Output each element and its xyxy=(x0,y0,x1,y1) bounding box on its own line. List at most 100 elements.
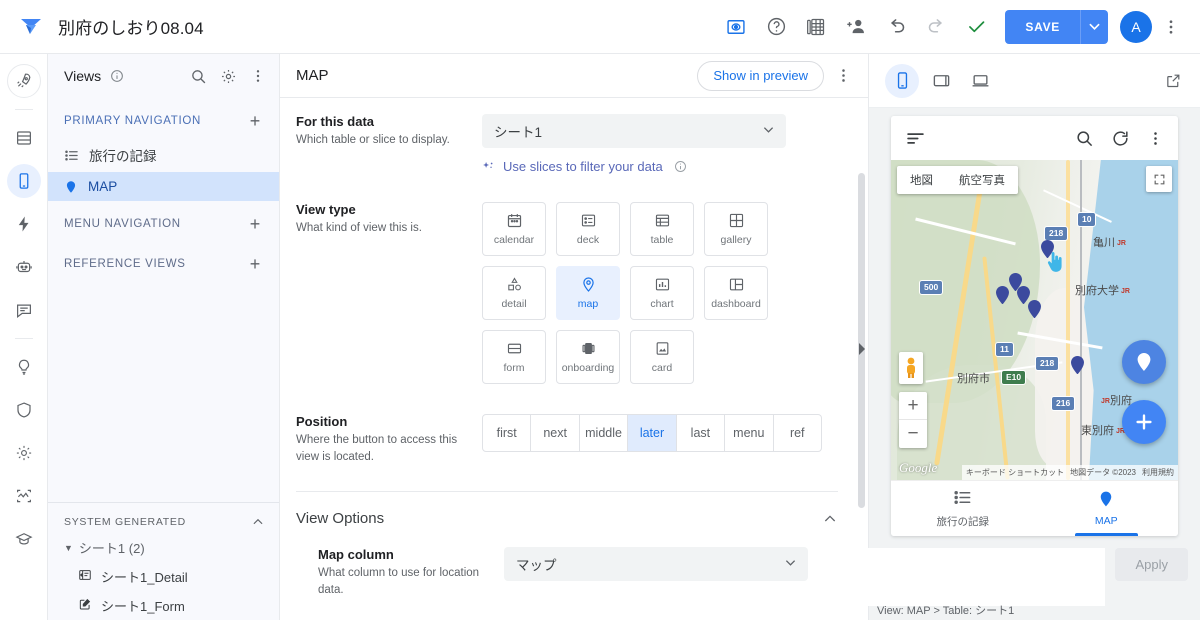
preview-eye-icon[interactable] xyxy=(717,8,755,46)
chevron-up-icon[interactable] xyxy=(822,511,838,527)
more-vertical-icon[interactable] xyxy=(1147,130,1164,147)
open-external-icon[interactable] xyxy=(1158,66,1188,96)
position-menu[interactable]: menu xyxy=(725,414,774,452)
data-sheets-icon[interactable] xyxy=(797,8,835,46)
pegman-icon[interactable] xyxy=(899,352,923,384)
view-type-table[interactable]: table xyxy=(630,202,694,256)
show-in-preview-button[interactable]: Show in preview xyxy=(697,60,824,91)
add-menu-view-button[interactable]: + xyxy=(245,214,265,234)
position-last[interactable]: last xyxy=(676,414,726,452)
phone-tab-travel-log[interactable]: 旅行の記録 xyxy=(891,481,1035,536)
system-generated-header[interactable]: SYSTEM GENERATED xyxy=(48,502,279,533)
add-reference-view-button[interactable]: + xyxy=(245,254,265,274)
position-later[interactable]: later xyxy=(628,414,677,452)
chevron-up-icon[interactable] xyxy=(251,515,265,529)
view-type-chart[interactable]: chart xyxy=(630,266,694,320)
rail-item-monitor[interactable] xyxy=(7,479,41,513)
map-location-fab[interactable] xyxy=(1122,340,1166,384)
use-slices-link[interactable]: Use slices to filter your data xyxy=(482,159,838,174)
undo-icon[interactable] xyxy=(877,8,915,46)
map-add-fab[interactable] xyxy=(1122,400,1166,444)
rail-item-settings[interactable] xyxy=(7,436,41,470)
rail-item-learn[interactable] xyxy=(7,522,41,556)
place-label: 別府大学 JR xyxy=(1075,285,1130,297)
help-question-icon[interactable] xyxy=(757,8,795,46)
add-user-icon[interactable] xyxy=(837,8,875,46)
page-title: MAP xyxy=(296,67,329,84)
more-vertical-icon[interactable] xyxy=(245,63,271,89)
map-type-satellite[interactable]: 航空写真 xyxy=(946,166,1018,194)
sidebar-item-travel-log[interactable]: 旅行の記録 xyxy=(48,138,279,172)
rail-item-app[interactable] xyxy=(6,164,41,198)
use-slices-label: Use slices to filter your data xyxy=(503,159,663,174)
position-ref[interactable]: ref xyxy=(773,414,822,452)
fullscreen-icon[interactable] xyxy=(1146,166,1172,192)
view-type-detail[interactable]: detail xyxy=(482,266,546,320)
phone-frame: 地図 航空写真 10 218 500 11 218 E10 216 亀川 JR … xyxy=(891,116,1178,536)
attribution-terms[interactable]: 利用規約 xyxy=(1142,467,1174,478)
main-panel-scroll[interactable]: For this data Which table or slice to di… xyxy=(280,98,868,620)
main-panel-header: MAP Show in preview xyxy=(280,54,868,98)
view-type-form[interactable]: form xyxy=(482,330,546,384)
hamburger-sort-icon[interactable] xyxy=(905,128,926,149)
more-vertical-icon[interactable] xyxy=(828,61,858,91)
sidebar-item-map[interactable]: MAP xyxy=(48,172,279,201)
device-tablet-button[interactable] xyxy=(924,64,958,98)
rail-item-security[interactable] xyxy=(7,393,41,427)
map-marker[interactable] xyxy=(1028,300,1041,319)
rail-item-data[interactable] xyxy=(7,121,41,155)
rail-item-intelligence[interactable] xyxy=(7,250,41,284)
refresh-icon[interactable] xyxy=(1111,129,1130,148)
appsheet-logo-icon[interactable] xyxy=(16,12,46,42)
apply-button[interactable]: Apply xyxy=(1115,548,1188,581)
rail-item-automation[interactable] xyxy=(7,207,41,241)
more-vertical-icon[interactable] xyxy=(1156,8,1186,46)
tree-item-sheet1-detail[interactable]: シート1_Detail xyxy=(48,562,279,591)
view-type-label: deck xyxy=(576,234,600,246)
map-canvas[interactable]: 地図 航空写真 10 218 500 11 218 E10 216 亀川 JR … xyxy=(891,160,1178,480)
avatar[interactable]: A xyxy=(1120,10,1152,43)
redo-icon[interactable] xyxy=(917,8,955,46)
add-primary-view-button[interactable]: + xyxy=(245,111,265,131)
map-attribution: キーボード ショートカット 地図データ ©2023 利用規約 xyxy=(961,465,1178,480)
group-reference-views: REFERENCE VIEWS + xyxy=(48,241,279,281)
gear-icon[interactable] xyxy=(215,63,241,89)
attribution-shortcuts[interactable]: キーボード ショートカット xyxy=(966,467,1064,478)
info-icon[interactable] xyxy=(110,69,124,83)
tree-item-sheet1-form[interactable]: シート1_Form xyxy=(48,591,279,620)
view-type-gallery[interactable]: gallery xyxy=(704,202,768,256)
map-marker[interactable] xyxy=(1071,356,1084,375)
zoom-in-button[interactable]: + xyxy=(899,392,927,420)
view-type-deck[interactable]: deck xyxy=(556,202,620,256)
position-middle[interactable]: middle xyxy=(579,414,629,452)
zoom-out-button[interactable]: − xyxy=(899,420,927,448)
view-type-card[interactable]: card xyxy=(630,330,694,384)
device-phone-button[interactable] xyxy=(885,63,919,98)
view-options-header[interactable]: View Options xyxy=(280,492,868,543)
rail-item-ideas[interactable] xyxy=(7,350,41,384)
for-this-data-select[interactable]: シート1 xyxy=(482,114,786,148)
view-options-section: Map column What column to use for locati… xyxy=(280,543,868,620)
save-dropdown-caret[interactable] xyxy=(1080,9,1108,44)
view-type-calendar[interactable]: calendar xyxy=(482,202,546,256)
rail-item-start[interactable] xyxy=(6,64,41,98)
position-next[interactable]: next xyxy=(531,414,580,452)
preview-footer-panel xyxy=(859,548,1106,606)
rail-item-chat[interactable] xyxy=(7,293,41,327)
map-marker[interactable] xyxy=(996,286,1009,305)
position-first[interactable]: first xyxy=(482,414,532,452)
check-icon[interactable] xyxy=(957,8,995,46)
map-column-select[interactable]: マップ xyxy=(504,547,808,582)
panel-collapse-arrow[interactable] xyxy=(855,334,869,364)
view-type-onboarding[interactable]: onboarding xyxy=(556,330,620,384)
tree-root-sheet1[interactable]: ▼ シート1 (2) xyxy=(48,533,279,562)
search-icon[interactable] xyxy=(1075,129,1094,148)
phone-tab-map[interactable]: MAP xyxy=(1035,481,1179,536)
view-type-map[interactable]: map xyxy=(556,266,620,320)
save-button[interactable]: SAVE xyxy=(1005,9,1080,44)
info-icon[interactable] xyxy=(674,160,687,173)
device-desktop-button[interactable] xyxy=(963,64,997,98)
view-type-dashboard[interactable]: dashboard xyxy=(704,266,768,320)
search-icon[interactable] xyxy=(185,63,211,89)
map-type-map[interactable]: 地図 xyxy=(897,166,946,194)
